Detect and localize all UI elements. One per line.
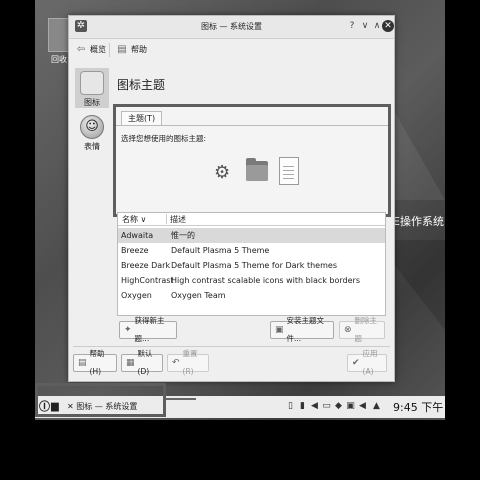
row-name: Breeze bbox=[121, 246, 149, 255]
help-label: 帮助 bbox=[131, 45, 147, 54]
table-row[interactable]: Adwaita 惟一的 bbox=[118, 228, 385, 243]
toolbar: ⇦ 概览 ▤ 帮助 bbox=[69, 39, 394, 61]
column-header-name[interactable]: 名称 ∨ bbox=[122, 214, 146, 225]
clock[interactable]: 9:45 下午 bbox=[393, 399, 443, 415]
remove-theme-button[interactable]: ⊗ 删除主题 bbox=[339, 316, 385, 343]
audio-tray-icon[interactable]: ◀ bbox=[358, 401, 367, 412]
back-arrow-icon: ⇦ bbox=[76, 44, 86, 55]
toolbar-divider bbox=[109, 43, 110, 57]
volume-tray-icon[interactable]: ◀ bbox=[310, 401, 319, 412]
reset-button-label: 重置(R) bbox=[182, 349, 198, 376]
row-description: 惟一的 bbox=[171, 231, 195, 240]
sidebar-item-label: 表情 bbox=[84, 142, 100, 151]
icons-icon bbox=[80, 71, 104, 95]
row-description: Oxygen Team bbox=[171, 291, 226, 300]
defaults-button-label: 默认(D) bbox=[137, 349, 153, 376]
apply-check-icon: ✔ bbox=[352, 358, 360, 368]
device-tray-icon[interactable]: ▮ bbox=[298, 401, 307, 412]
row-name: HighContrast bbox=[121, 276, 174, 285]
remove-theme-label: 删除主题 bbox=[354, 316, 378, 343]
get-new-themes-label: 获得新主题... bbox=[134, 316, 165, 343]
titlebar[interactable]: ✲ 图标 — 系统设置 ? ∨ ∧ ✕ bbox=[69, 16, 394, 39]
page-title: 图标主题 bbox=[117, 78, 166, 92]
expand-tray-icon[interactable]: ▲ bbox=[372, 401, 381, 412]
column-header-description[interactable]: 描述 bbox=[170, 214, 186, 225]
clipboard-tray-icon[interactable]: ▯ bbox=[286, 401, 295, 412]
table-row[interactable]: Breeze Default Plasma 5 Theme bbox=[118, 243, 385, 258]
table-row[interactable]: Oxygen Oxygen Team bbox=[118, 288, 385, 303]
footer-divider bbox=[73, 346, 390, 347]
help-book-icon: ▤ bbox=[117, 44, 127, 55]
apply-button-label: 应用(A) bbox=[362, 349, 378, 376]
overview-button[interactable]: ⇦ 概览 bbox=[75, 43, 106, 57]
table-row[interactable]: HighContrast High contrast scalable icon… bbox=[118, 273, 385, 288]
table-header: 名称 ∨ 描述 bbox=[118, 213, 385, 226]
help-button[interactable]: ▤ 帮助(H) bbox=[73, 349, 117, 376]
sidebar-item-emoticons[interactable]: ☺ 表情 bbox=[75, 112, 109, 152]
column-separator bbox=[166, 214, 167, 224]
gear-preview-icon: ⚙ bbox=[214, 162, 231, 183]
apply-button[interactable]: ✔ 应用(A) bbox=[347, 349, 387, 376]
remove-icon: ⊗ bbox=[344, 325, 352, 335]
reset-button[interactable]: ↶ 重置(R) bbox=[167, 349, 209, 376]
sidebar: 图标 ☺ 表情 bbox=[73, 68, 111, 358]
settings-window: ✲ 图标 — 系统设置 ? ∨ ∧ ✕ ⇦ 概览 ▤ 帮助 图标 ☺ 表情 图标… bbox=[68, 15, 395, 382]
table-row[interactable]: Breeze Dark Default Plasma 5 Theme for D… bbox=[118, 258, 385, 273]
minimize-icon[interactable]: ∨ bbox=[359, 20, 371, 32]
task-indicator-line bbox=[166, 398, 196, 400]
help-icon: ▤ bbox=[78, 358, 87, 368]
storage-tray-icon[interactable]: ▭ bbox=[322, 401, 331, 412]
help-button-label: 帮助(H) bbox=[89, 349, 105, 376]
row-name: Breeze Dark bbox=[121, 261, 171, 270]
download-icon: ✦ bbox=[124, 325, 132, 335]
tab-theme[interactable]: 主题(T) bbox=[121, 111, 163, 126]
tab-divider bbox=[116, 125, 388, 126]
desktop-icon-label: 回收 bbox=[51, 55, 67, 64]
overview-label: 概览 bbox=[90, 45, 106, 54]
install-theme-file-label: 安装主题文件... bbox=[286, 316, 325, 343]
install-theme-file-button[interactable]: ▣ 安装主题文件... bbox=[270, 316, 334, 343]
help-icon[interactable]: ? bbox=[346, 20, 358, 32]
theme-list[interactable]: 名称 ∨ 描述 Adwaita 惟一的 Breeze Default Plasm… bbox=[117, 212, 386, 316]
install-icon: ▣ bbox=[275, 325, 284, 335]
row-name: Adwaita bbox=[121, 231, 154, 240]
theme-preview: ⚙ bbox=[214, 157, 304, 191]
row-name: Oxygen bbox=[121, 291, 152, 300]
folder-preview-icon bbox=[246, 157, 268, 181]
desktop-overlay-text: E操作系统 bbox=[393, 215, 444, 228]
defaults-icon: ▦ bbox=[126, 358, 135, 368]
theme-tab-panel: 主题(T) 选择您想使用的图标主题: ⚙ bbox=[113, 104, 391, 217]
close-icon[interactable]: ✕ bbox=[382, 20, 394, 32]
emoticon-icon: ☺ bbox=[80, 115, 104, 139]
document-preview-icon bbox=[279, 157, 299, 185]
row-description: Default Plasma 5 Theme for Dark themes bbox=[171, 261, 337, 270]
row-description: Default Plasma 5 Theme bbox=[171, 246, 270, 255]
highlight-box bbox=[35, 383, 166, 417]
update-tray-icon[interactable]: ◆ bbox=[334, 401, 343, 412]
reset-icon: ↶ bbox=[172, 358, 180, 368]
defaults-button[interactable]: ▦ 默认(D) bbox=[121, 349, 163, 376]
theme-prompt: 选择您想使用的图标主题: bbox=[121, 134, 207, 143]
sidebar-item-label: 图标 bbox=[84, 98, 100, 107]
help-toolbar-button[interactable]: ▤ 帮助 bbox=[116, 43, 147, 57]
sidebar-item-icons[interactable]: 图标 bbox=[75, 68, 109, 108]
get-new-themes-button[interactable]: ✦ 获得新主题... bbox=[119, 316, 177, 343]
network-tray-icon[interactable]: ▣ bbox=[346, 401, 355, 412]
row-description: High contrast scalable icons with black … bbox=[171, 276, 360, 285]
